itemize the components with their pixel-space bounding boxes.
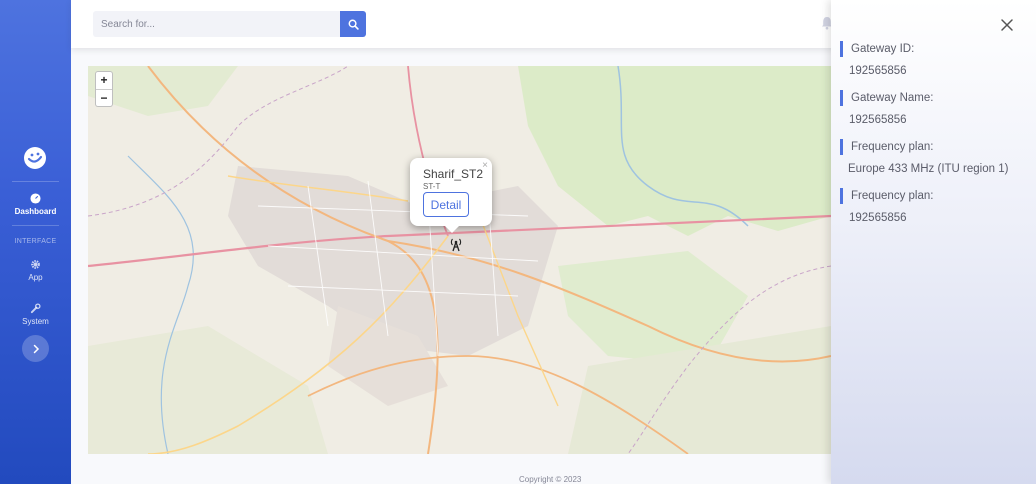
gateway-antenna-icon[interactable] — [448, 236, 464, 252]
footer-copyright: Copyright © 2023 — [519, 475, 582, 484]
sidebar-item-label: System — [22, 317, 49, 326]
frequency-plan-label: Frequency plan: — [840, 188, 933, 204]
search-icon — [348, 19, 359, 30]
sidebar-item-label: App — [28, 273, 43, 282]
popup-subtitle: ST-T — [423, 182, 441, 191]
zoom-out-button[interactable]: − — [96, 89, 112, 106]
popup-close-icon[interactable]: × — [482, 160, 488, 171]
close-icon[interactable] — [1000, 18, 1014, 32]
search-input[interactable] — [93, 11, 340, 37]
sidebar-heading: INTERFACE — [14, 238, 57, 245]
gateway-name-label: Gateway Name: — [840, 90, 933, 106]
popup-title: Sharif_ST2 — [423, 167, 484, 181]
map-tiles[interactable] — [88, 66, 831, 454]
gateway-name-value: 192565856 — [849, 114, 907, 126]
frequency-plan-value: 192565856 — [849, 212, 907, 224]
gateway-id-value: 192565856 — [849, 65, 907, 77]
frequency-plan-label: Frequency plan: — [840, 139, 933, 155]
search-form — [93, 11, 366, 37]
zoom-in-button[interactable]: + — [96, 72, 112, 89]
gateway-id-label: Gateway ID: — [840, 41, 914, 57]
sidebar-item-label: Dashboard — [14, 207, 57, 216]
wrench-icon — [30, 303, 41, 314]
sidebar-item-dashboard[interactable]: Dashboard — [0, 193, 71, 216]
chevron-right-icon — [33, 344, 39, 353]
frequency-plan-value: Europe 433 MHz (ITU region 1) — [848, 163, 1009, 175]
sidebar-divider — [12, 181, 59, 182]
search-button[interactable] — [340, 11, 366, 37]
sidebar-item-system[interactable]: System — [0, 303, 71, 326]
gateway-detail-panel: Gateway ID: 192565856 Gateway Name: 1925… — [831, 0, 1036, 484]
sidebar-item-app[interactable]: App — [0, 259, 71, 282]
gauge-icon — [30, 193, 41, 204]
gateway-popup: × Sharif_ST2 ST-T Detail — [410, 158, 492, 233]
gear-icon — [31, 260, 40, 269]
sidebar-toggle-button[interactable] — [22, 335, 49, 362]
detail-button[interactable]: Detail — [423, 192, 469, 217]
sidebar: Dashboard INTERFACE App System — [0, 0, 71, 484]
sidebar-divider — [12, 225, 59, 226]
zoom-control: + − — [95, 71, 113, 107]
brand-logo-icon[interactable] — [23, 146, 47, 170]
map-view[interactable]: + − × Sharif_ST2 ST-T Detail — [88, 66, 831, 454]
